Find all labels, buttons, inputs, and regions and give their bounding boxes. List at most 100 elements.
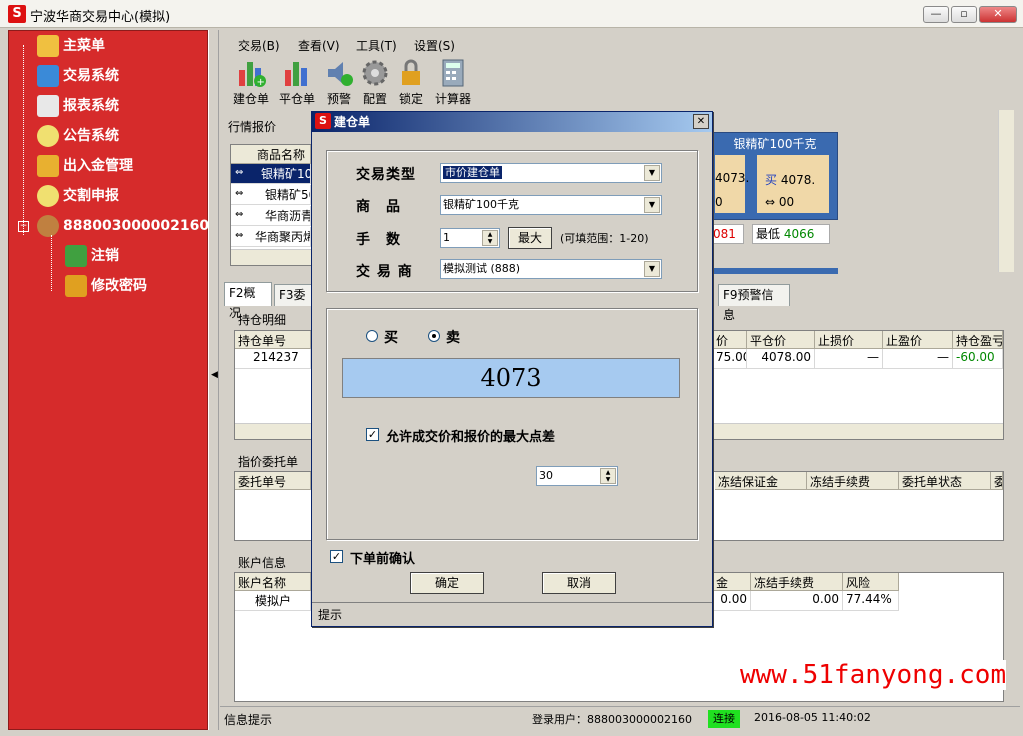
chat-icon — [37, 185, 59, 207]
spinner-icon[interactable]: ▲ ▼ — [600, 468, 616, 484]
positions-label: 持仓明细 — [238, 313, 287, 327]
sidebar-item-change-password[interactable]: 修改密码 — [65, 273, 147, 299]
menu-trade[interactable]: 交易(B) — [238, 37, 280, 54]
tab-alerts[interactable]: F9预警信息 — [718, 284, 790, 322]
tab-orders[interactable]: F3委托 — [274, 284, 312, 306]
allow-diff-checkbox[interactable]: ✓ — [366, 428, 379, 441]
confirm-before-order-checkbox[interactable]: ✓ — [330, 550, 343, 563]
sidebar-item-reports[interactable]: 报表系统 — [37, 93, 119, 119]
quantity-range-hint: (可填范围：1-20) — [560, 232, 649, 245]
tree-collapse-icon[interactable]: − — [18, 221, 29, 232]
sidebar-item-delivery[interactable]: 交割申报 — [37, 183, 119, 209]
sidebar: 主菜单 交易系统 报表系统 公告系统 出入金管理 交割申报 − 88800300… — [8, 30, 209, 730]
calculator-button[interactable]: 计算器 — [430, 58, 476, 107]
speaker-icon — [324, 58, 354, 88]
trade-type-label: 交易类型 — [356, 167, 416, 183]
account-label: 账户信息 — [238, 556, 287, 570]
window-title: 宁波华商交易中心(模拟) — [30, 10, 171, 25]
close-position-button[interactable]: 平仓单 — [274, 58, 320, 107]
app-logo-icon: S — [8, 5, 26, 23]
menu-tools[interactable]: 工具(T) — [356, 37, 397, 54]
panel-splitter[interactable]: ◀ — [208, 30, 219, 730]
dropdown-arrow-icon: ▼ — [644, 165, 660, 181]
allow-diff-label: 允许成交价和报价的最大点差 — [386, 430, 556, 445]
sidebar-item-trading[interactable]: 交易系统 — [37, 63, 119, 89]
gear-icon — [360, 58, 390, 88]
swap-icon: ⇔ — [235, 209, 244, 220]
quote-card: 银精矿100千克 4073. 0 买 4078. ⇔ 00 — [712, 132, 838, 220]
money-icon — [37, 155, 59, 177]
tab-overview[interactable]: F2概况 — [224, 282, 272, 320]
lock-button[interactable]: 锁定 — [388, 58, 434, 107]
maximize-button[interactable]: ▫ — [951, 6, 977, 23]
table-row[interactable]: 214237 — [235, 349, 311, 369]
quotes-v-scrollbar[interactable] — [998, 110, 1014, 272]
calculator-icon — [438, 58, 468, 88]
price-display: 4073 — [342, 358, 680, 398]
trade-type-select[interactable]: 市价建仓单 ▼ — [440, 163, 662, 183]
menu-view[interactable]: 查看(V) — [298, 37, 340, 54]
menu-bar: 交易(B) 查看(V) 工具(T) 设置(S) — [220, 34, 1020, 56]
sidebar-item-main-menu[interactable]: 主菜单 — [37, 33, 105, 59]
status-user: 登录用户：888003000002160 — [532, 713, 692, 726]
person-icon — [65, 245, 87, 267]
status-time: 2016-08-05 11:40:02 — [754, 711, 871, 724]
quantity-stepper[interactable]: 1 ▲ ▼ — [440, 228, 500, 248]
svg-text:+: + — [257, 77, 265, 88]
dialog-title: 建仓单 — [334, 115, 371, 129]
sell-quote-box[interactable]: 4073. 0 — [715, 155, 749, 213]
sidebar-item-funds[interactable]: 出入金管理 — [37, 153, 133, 179]
product-label: 商 品 — [356, 199, 401, 215]
dialog-divider — [312, 602, 712, 603]
home-icon — [37, 35, 59, 57]
order-side-group — [326, 308, 698, 540]
tree-line — [51, 235, 52, 291]
chat-icon — [37, 125, 59, 147]
buy-quote-box[interactable]: 买 4078. ⇔ 00 — [757, 155, 829, 213]
swap-icon: ⇔ — [235, 188, 244, 199]
diff-stepper[interactable]: 30 ▲ ▼ — [536, 466, 618, 486]
quantity-label: 手 数 — [356, 232, 401, 248]
max-quantity-button[interactable]: 最大 — [508, 227, 552, 249]
sidebar-item-user[interactable]: 888003000002160欢迎 — [37, 213, 209, 239]
bar-chart-add-icon: + — [236, 58, 266, 88]
quotes-header: 商品名称 — [231, 145, 311, 164]
tree-line — [23, 45, 24, 235]
product-select[interactable]: 银精矿100千克 ▼ — [440, 195, 662, 215]
report-icon — [37, 95, 59, 117]
dropdown-arrow-icon: ▼ — [644, 197, 660, 213]
menu-settings[interactable]: 设置(S) — [414, 37, 455, 54]
swap-icon: ⇔ — [235, 167, 244, 178]
trader-label: 交 易 商 — [356, 264, 413, 280]
spinner-icon[interactable]: ▲ ▼ — [482, 230, 498, 246]
sidebar-item-logout[interactable]: 注销 — [65, 243, 119, 269]
high-price: 081 — [712, 224, 744, 244]
lock-icon — [396, 58, 426, 88]
quotes-table: 商品名称 银精矿10 银精矿50 华商沥青 华商聚丙烯 ⇔ ⇔ ⇔ ⇔ — [230, 144, 312, 266]
close-button[interactable]: ✕ — [979, 6, 1017, 23]
buy-radio-label: 买 — [384, 330, 398, 346]
sell-radio[interactable] — [428, 330, 440, 342]
dialog-title-bar: S 建仓单 ✕ — [312, 112, 712, 132]
sidebar-item-announcements[interactable]: 公告系统 — [37, 123, 119, 149]
minimize-button[interactable]: — — [923, 6, 949, 23]
status-bar: 信息提示 登录用户：888003000002160 连接 2016-08-05 … — [220, 706, 1020, 730]
open-position-button[interactable]: + 建仓单 — [228, 58, 274, 107]
dialog-logo-icon: S — [315, 113, 331, 129]
quote-card-title: 银精矿100千克 — [733, 137, 817, 151]
collapse-arrow-icon[interactable]: ◀ — [211, 370, 218, 380]
key-icon — [65, 275, 87, 297]
quote-card-edge — [712, 268, 838, 274]
sell-radio-label: 卖 — [446, 330, 460, 346]
table-row: 模拟户 — [235, 591, 311, 611]
user-icon — [37, 215, 59, 237]
quotes-h-scrollbar[interactable] — [231, 249, 311, 265]
trader-select[interactable]: 模拟测试 (888) ▼ — [440, 259, 662, 279]
buy-radio[interactable] — [366, 330, 378, 342]
dialog-close-button[interactable]: ✕ — [693, 114, 709, 129]
ok-button[interactable]: 确定 — [410, 572, 484, 594]
dialog-hint: 提示 — [318, 608, 343, 622]
monitor-icon — [37, 65, 59, 87]
cancel-button[interactable]: 取消 — [542, 572, 616, 594]
connection-badge: 连接 — [708, 710, 740, 728]
